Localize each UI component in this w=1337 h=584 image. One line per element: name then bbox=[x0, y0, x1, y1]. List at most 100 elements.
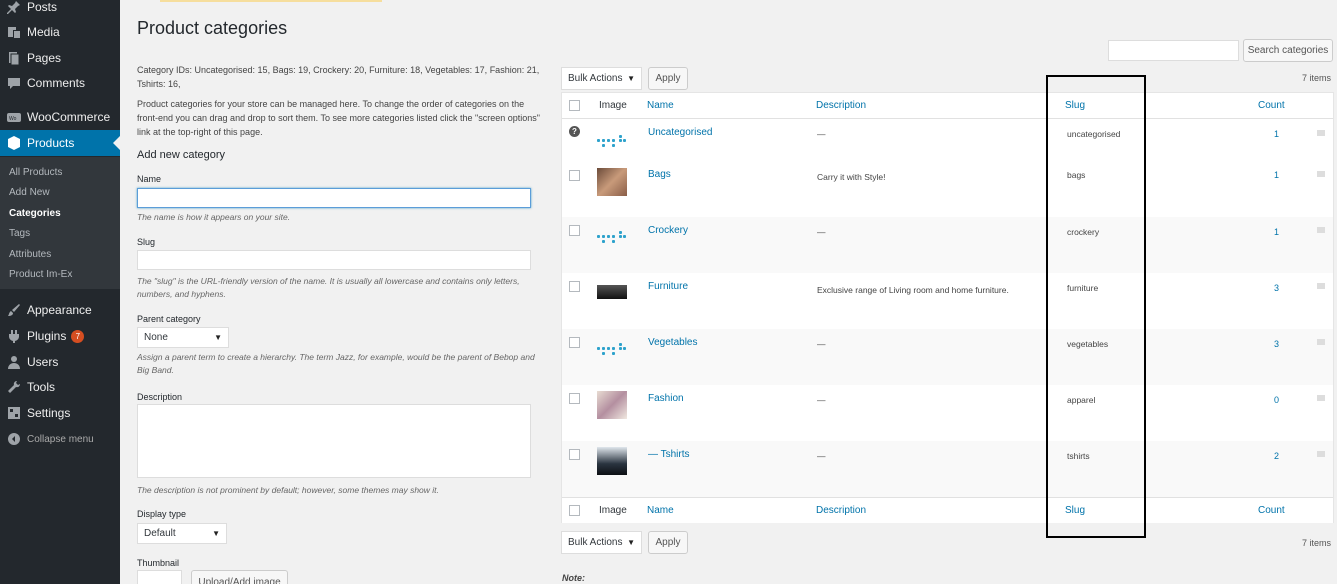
column-name[interactable]: Name bbox=[647, 100, 674, 111]
category-name-link[interactable]: Furniture bbox=[648, 281, 688, 292]
menu-products[interactable]: Products bbox=[0, 130, 120, 156]
drag-handle-icon[interactable] bbox=[1317, 395, 1325, 401]
categories-table: Image Name Description Slug Count ? Unca… bbox=[561, 92, 1334, 523]
select-all-checkbox[interactable] bbox=[569, 100, 580, 111]
bulk-actions-select[interactable]: Bulk Actions ▼ bbox=[561, 67, 642, 90]
column-name[interactable]: Name bbox=[647, 505, 674, 516]
name-input[interactable] bbox=[137, 188, 531, 208]
category-count-link[interactable]: 3 bbox=[1274, 283, 1279, 293]
submenu-add-new[interactable]: Add New bbox=[9, 187, 50, 198]
table-row: Vegetables — vegetables 3 bbox=[562, 329, 1333, 385]
category-name-link[interactable]: Bags bbox=[648, 169, 671, 180]
menu-media[interactable]: Media bbox=[0, 19, 120, 45]
category-count-link[interactable]: 1 bbox=[1274, 227, 1279, 237]
menu-comments[interactable]: Comments bbox=[0, 70, 120, 96]
column-description[interactable]: Description bbox=[816, 505, 866, 516]
collapse-menu-button[interactable]: Collapse menu bbox=[0, 426, 120, 452]
submenu-all-products[interactable]: All Products bbox=[9, 167, 62, 178]
category-name-link[interactable]: Vegetables bbox=[648, 337, 698, 348]
category-count-link[interactable]: 2 bbox=[1274, 451, 1279, 461]
select-all-checkbox[interactable] bbox=[569, 505, 580, 516]
thumbnail-preview bbox=[137, 570, 182, 584]
column-count[interactable]: Count bbox=[1258, 505, 1285, 516]
search-categories-input[interactable] bbox=[1108, 40, 1239, 61]
name-label: Name bbox=[137, 174, 162, 184]
row-checkbox[interactable] bbox=[569, 337, 580, 348]
display-type-select[interactable]: Default ▼ bbox=[137, 523, 227, 544]
bulk-actions-value: Bulk Actions bbox=[568, 73, 623, 84]
row-checkbox[interactable] bbox=[569, 170, 580, 181]
placeholder-image-icon bbox=[597, 134, 627, 148]
menu-settings[interactable]: Settings bbox=[0, 400, 120, 426]
drag-handle-icon[interactable] bbox=[1317, 451, 1325, 457]
category-count-link[interactable]: 3 bbox=[1274, 339, 1279, 349]
menu-label: Comments bbox=[27, 76, 86, 90]
bulk-actions-select-bottom[interactable]: Bulk Actions ▼ bbox=[561, 531, 642, 554]
menu-appearance[interactable]: Appearance bbox=[0, 297, 120, 323]
row-checkbox[interactable] bbox=[569, 393, 580, 404]
apply-button[interactable]: Apply bbox=[648, 67, 688, 90]
row-checkbox[interactable] bbox=[569, 281, 580, 292]
search-categories-button[interactable]: Search categories bbox=[1243, 39, 1333, 62]
column-count[interactable]: Count bbox=[1258, 100, 1285, 111]
slug-hint: The "slug" is the URL-friendly version o… bbox=[137, 276, 520, 299]
row-checkbox[interactable] bbox=[569, 449, 580, 460]
category-name-link[interactable]: — Tshirts bbox=[648, 449, 690, 460]
category-description: Carry it with Style! bbox=[817, 172, 886, 182]
menu-tools[interactable]: Tools bbox=[0, 374, 120, 400]
tools-icon bbox=[7, 380, 21, 394]
submenu-categories[interactable]: Categories bbox=[9, 208, 61, 219]
menu-label: Users bbox=[27, 355, 59, 369]
slug-label: Slug bbox=[137, 237, 156, 247]
parent-category-select[interactable]: None ▼ bbox=[137, 327, 229, 348]
help-icon[interactable]: ? bbox=[569, 126, 580, 137]
drag-handle-icon[interactable] bbox=[1317, 130, 1325, 136]
submenu-product-im-ex[interactable]: Product Im-Ex bbox=[9, 269, 72, 280]
category-name-link[interactable]: Fashion bbox=[648, 393, 684, 404]
furniture-thumbnail bbox=[597, 285, 627, 299]
menu-label: Posts bbox=[27, 0, 58, 14]
bulk-actions-value: Bulk Actions bbox=[568, 537, 623, 548]
category-description: Exclusive range of Living room and home … bbox=[817, 285, 1009, 295]
category-description: — bbox=[817, 395, 826, 405]
description-label: Description bbox=[137, 392, 183, 402]
intro-text: Product categories for your store can be… bbox=[137, 99, 540, 137]
dropdown-arrow-icon: ▼ bbox=[214, 333, 222, 342]
description-textarea[interactable] bbox=[137, 404, 531, 478]
category-count-link[interactable]: 1 bbox=[1274, 129, 1279, 139]
menu-plugins[interactable]: Plugins 7 bbox=[0, 323, 120, 349]
menu-users[interactable]: Users bbox=[0, 349, 120, 375]
update-count-badge: 7 bbox=[71, 329, 85, 343]
slug-input[interactable] bbox=[137, 250, 531, 270]
apply-button-bottom[interactable]: Apply bbox=[648, 531, 688, 554]
drag-handle-icon[interactable] bbox=[1317, 171, 1325, 177]
category-count-link[interactable]: 0 bbox=[1274, 395, 1279, 405]
menu-pages[interactable]: Pages bbox=[0, 45, 120, 71]
submenu-tags[interactable]: Tags bbox=[9, 228, 30, 239]
placeholder-image-icon bbox=[597, 342, 627, 356]
category-name-link[interactable]: Crockery bbox=[648, 225, 688, 236]
column-image: Image bbox=[599, 100, 627, 111]
add-category-heading: Add new category bbox=[137, 149, 226, 161]
menu-woocommerce[interactable]: Wo WooCommerce bbox=[0, 104, 120, 130]
menu-label: Appearance bbox=[27, 303, 92, 317]
column-description[interactable]: Description bbox=[816, 100, 866, 111]
parent-category-label: Parent category bbox=[137, 314, 201, 324]
slug-column-highlight-box bbox=[1046, 75, 1146, 538]
category-name-link[interactable]: Uncategorised bbox=[648, 127, 712, 138]
drag-handle-icon[interactable] bbox=[1317, 339, 1325, 345]
items-count: 7 items bbox=[1302, 73, 1332, 83]
products-icon bbox=[7, 136, 21, 150]
menu-label: Settings bbox=[27, 406, 71, 420]
table-row: — Tshirts — tshirts 2 bbox=[562, 441, 1333, 497]
menu-posts[interactable]: Posts bbox=[0, 0, 120, 20]
category-ids-text: Category IDs: Uncategorised: 15, Bags: 1… bbox=[137, 65, 540, 89]
drag-handle-icon[interactable] bbox=[1317, 283, 1325, 289]
drag-handle-icon[interactable] bbox=[1317, 227, 1325, 233]
row-checkbox[interactable] bbox=[569, 225, 580, 236]
category-count-link[interactable]: 1 bbox=[1274, 170, 1279, 180]
woocommerce-icon: Wo bbox=[7, 110, 21, 124]
dropdown-arrow-icon: ▼ bbox=[212, 529, 220, 538]
submenu-attributes[interactable]: Attributes bbox=[9, 249, 51, 260]
upload-image-button[interactable]: Upload/Add image bbox=[191, 570, 288, 584]
